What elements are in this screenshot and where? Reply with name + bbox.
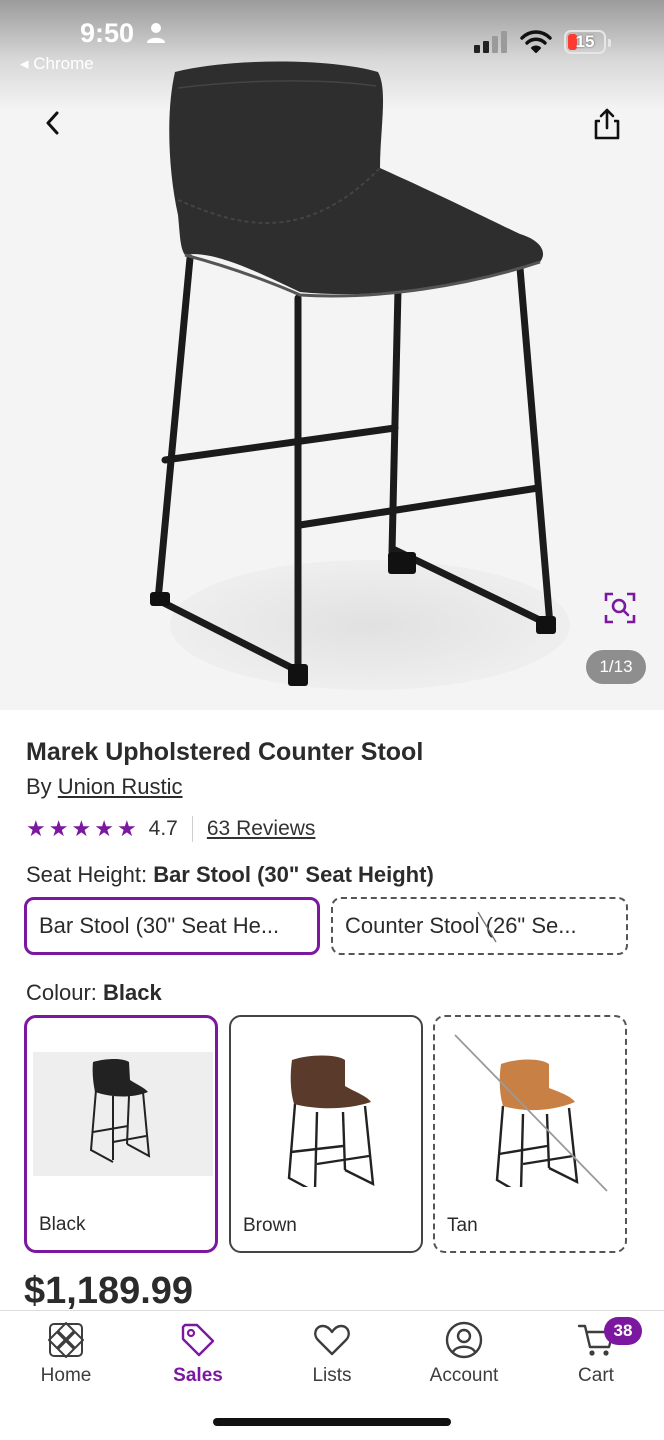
wifi-icon <box>520 30 552 53</box>
stool-thumbnail <box>33 1052 213 1176</box>
seat-option-counter-stool[interactable]: Counter Stool (26" Se... <box>331 897 628 955</box>
nav-label: Account <box>429 1365 499 1386</box>
status-right: 15 <box>474 30 611 54</box>
status-time: 9:50 <box>80 18 135 48</box>
nav-label: Lists <box>312 1365 352 1386</box>
by-prefix: By <box>26 774 58 799</box>
seat-option-label: Bar Stool (30" Seat He... <box>39 913 280 938</box>
star-icon: ★ <box>94 816 114 841</box>
nav-home[interactable]: Home <box>0 1321 132 1387</box>
product-price: $1,189.99 <box>24 1270 194 1312</box>
seat-height-label-text: Seat Height: <box>26 862 154 887</box>
nav-label: Sales <box>173 1365 223 1386</box>
nav-sales[interactable]: Sales <box>132 1321 264 1387</box>
colour-option-tan[interactable]: Tan <box>433 1015 627 1253</box>
colour-option-label: Brown <box>243 1215 297 1236</box>
seat-option-bar-stool[interactable]: Bar Stool (30" Seat He... <box>24 897 320 955</box>
brand-link[interactable]: Union Rustic <box>58 774 183 799</box>
signal-icon <box>474 31 507 53</box>
nav-label: Home <box>40 1365 92 1386</box>
colour-selected: Black <box>103 980 162 1005</box>
colour-label-text: Colour: <box>26 980 104 1005</box>
rating-divider <box>191 816 193 842</box>
home-icon <box>48 1322 84 1358</box>
nav-cart[interactable]: 38 Cart <box>530 1317 662 1387</box>
unavailable-strike <box>477 911 497 943</box>
colour-option-label: Black <box>39 1214 86 1235</box>
colour-option-black[interactable]: Black <box>24 1015 218 1253</box>
colour-option-brown[interactable]: Brown <box>229 1015 423 1253</box>
status-bar: 9:50 ◂ Chrome 15 <box>0 0 664 90</box>
share-icon[interactable] <box>590 106 624 142</box>
stool-thumbnail <box>287 1055 375 1187</box>
home-indicator <box>213 1418 451 1426</box>
seat-height-selected: Bar Stool (30" Seat Height) <box>153 862 434 887</box>
seat-option-label: Counter Stool (26" Se... <box>345 913 577 938</box>
star-icon: ★ <box>71 816 92 841</box>
product-title: Marek Upholstered Counter Stool <box>26 738 424 766</box>
rating-stars: ★ ★ ★ ★ ★ <box>26 818 137 840</box>
star-icon: ★ <box>26 816 46 841</box>
seat-height-label: Seat Height: Bar Stool (30" Seat Height) <box>26 862 434 888</box>
back-to-app-link[interactable]: ◂ Chrome <box>20 54 94 74</box>
visual-search-icon[interactable] <box>602 590 638 626</box>
battery-indicator: 15 <box>564 30 611 54</box>
image-counter: 1/13 <box>586 650 646 684</box>
rating-value: 4.7 <box>148 817 178 840</box>
person-icon <box>147 23 165 43</box>
battery-level: 15 <box>575 32 595 51</box>
product-image[interactable]: 1/13 <box>0 0 664 710</box>
star-icon: ★ <box>116 816 137 841</box>
reviews-link[interactable]: 63 Reviews <box>207 817 316 841</box>
nav-lists[interactable]: Lists <box>266 1321 398 1387</box>
cart-count-badge: 38 <box>604 1317 642 1345</box>
unavailable-strike <box>454 1034 608 1192</box>
nav-label: Cart <box>578 1365 614 1386</box>
colour-option-label: Tan <box>447 1215 478 1236</box>
stool-illustration <box>150 61 556 686</box>
rating-row[interactable]: ★ ★ ★ ★ ★ 4.7 63 Reviews <box>26 814 315 844</box>
tag-icon <box>181 1323 215 1357</box>
account-icon <box>445 1321 483 1359</box>
back-icon[interactable] <box>36 106 70 140</box>
colour-label: Colour: Black <box>26 980 162 1006</box>
byline: By Union Rustic <box>26 774 183 800</box>
heart-icon <box>314 1324 350 1356</box>
nav-account[interactable]: Account <box>398 1321 530 1387</box>
star-icon: ★ <box>48 816 69 841</box>
